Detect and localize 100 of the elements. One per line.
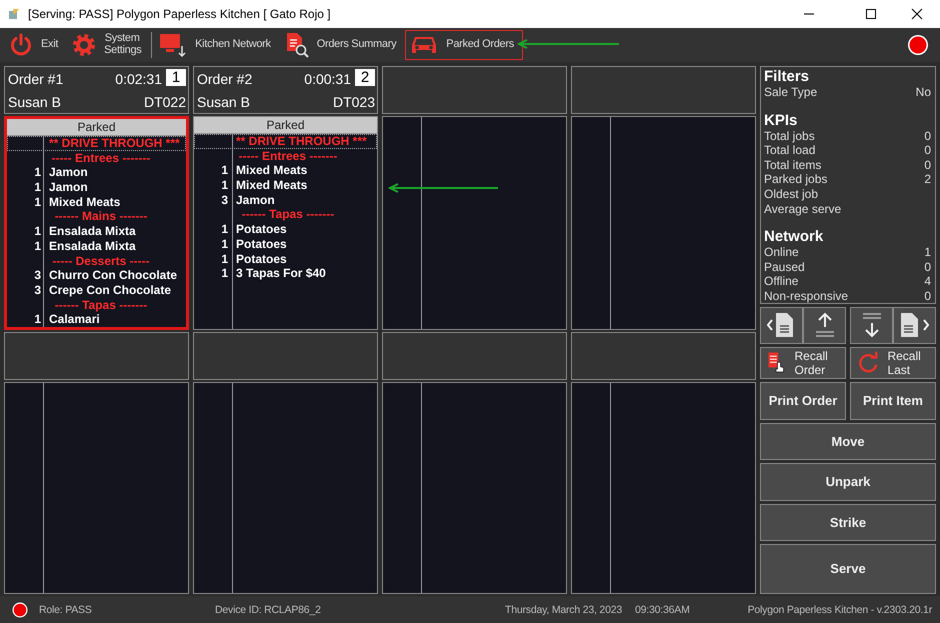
item-quantity: 3	[220, 192, 229, 208]
action-button[interactable]: Unpark	[760, 463, 936, 501]
action-button[interactable]: Move	[760, 422, 936, 460]
item-quantity: 1	[33, 224, 42, 239]
stat-value: 1	[924, 245, 931, 260]
item-quantity: 1	[220, 236, 229, 252]
stat-value: 0	[924, 143, 931, 158]
item-quantity: 3	[33, 282, 42, 298]
item-name: Ensalada Mixta	[48, 224, 136, 239]
stat-value: 2	[924, 172, 931, 187]
app-icon	[8, 8, 20, 20]
navigation-button[interactable]	[893, 306, 936, 344]
up-arrow-icon	[814, 311, 836, 340]
role-label: Role: PASS	[39, 604, 93, 616]
report-icon	[284, 32, 309, 58]
item-name: Jamon	[48, 165, 88, 180]
item-quantity: 1	[220, 266, 229, 281]
item-quantity: 1	[33, 165, 42, 180]
action-button[interactable]: Print Order	[760, 382, 846, 420]
toolbar-button[interactable]: Orders Summary	[280, 30, 406, 60]
stat-label: Total load	[764, 143, 816, 158]
stat-value: 0	[924, 158, 931, 172]
status-date: Thursday, March 23, 2023	[505, 604, 623, 616]
action-button[interactable]: Print Item	[850, 382, 936, 420]
order-status: Parked	[7, 119, 186, 136]
item-name: Potatoes	[235, 252, 287, 266]
section-heading: Filters	[764, 69, 810, 85]
order-ticket[interactable]	[4, 116, 189, 330]
course-heading: ------ Tapas -------	[54, 298, 148, 312]
server-name: Susan B	[197, 94, 251, 110]
stat-label: Oldest job	[764, 186, 818, 202]
toolbar-button[interactable]: Parked Orders	[405, 30, 523, 60]
order-ticket[interactable]: Parked ** DRIVE THROUGH *** ----- Entrees ------- 1 Mixed Meats 1 Mixed Meats 3 Jamon ------ Tapas ------- 1 Potatoes 1 Potatoes 1 Potatoes 1 3 Tapas For $40	[193, 116, 378, 330]
status-light	[907, 34, 929, 56]
item-quantity: 1	[33, 180, 42, 195]
stat-label: Total jobs	[764, 128, 815, 144]
car-icon	[410, 34, 438, 56]
item-quantity: 1	[220, 163, 229, 178]
drive-through-line[interactable]: ** DRIVE THROUGH ***	[7, 136, 186, 151]
order-header[interactable]: Order #1 0:02:31 1 Susan B DT022	[4, 66, 189, 114]
order-number-badge: 1	[166, 69, 186, 86]
toolbar-button[interactable]: Kitchen Network	[154, 30, 280, 60]
item-name: Calamari	[48, 312, 100, 327]
action-button[interactable]: Strike	[760, 504, 936, 541]
navigation-button[interactable]	[760, 306, 803, 344]
maximize-button[interactable]	[864, 7, 878, 21]
course-heading: ----- Entrees -------	[238, 148, 338, 164]
stat-value: 0	[924, 128, 931, 144]
action-button[interactable]: Recall Order	[760, 346, 846, 379]
stat-label: Sale Type	[764, 85, 818, 100]
course-heading: ------ Tapas -------	[240, 207, 336, 222]
order-header[interactable]: Order #2 0:00:31 2 Susan B DT023	[193, 66, 378, 114]
item-quantity: 3	[33, 268, 42, 283]
table-code: DT023	[332, 94, 375, 110]
item-quantity: 1	[33, 312, 42, 327]
item-quantity: 1	[33, 238, 42, 254]
course-heading: ------ Mains -------	[54, 209, 148, 224]
order-title: Order #1	[8, 70, 64, 86]
order-status: Parked	[194, 117, 377, 134]
item-name: Potatoes	[235, 236, 287, 252]
server-name: Susan B	[8, 94, 62, 110]
item-name: Potatoes	[235, 222, 287, 237]
order-timer: 0:02:31	[115, 70, 163, 86]
item-name: 3 Tapas For $40	[235, 266, 326, 281]
toolbar-button[interactable]: Exit	[4, 30, 68, 60]
item-name: Jamon	[235, 192, 275, 208]
item-name: Crepe Con Chocolate	[48, 282, 172, 298]
action-button[interactable]: Serve	[760, 544, 936, 594]
order-number-badge: 2	[355, 69, 375, 86]
window-title: [Serving: PASS] Polygon Paperless Kitchen [ Gato Rojo ]	[28, 7, 332, 21]
stat-label: Average serve	[764, 202, 842, 216]
navigation-button[interactable]	[850, 306, 893, 344]
monitor-icon	[159, 32, 188, 58]
device-id: Device ID: RCLAP86_2	[215, 604, 322, 616]
item-name: Ensalada Mixta	[48, 238, 136, 254]
toolbar-button[interactable]: System Settings	[67, 30, 150, 60]
stat-label: Online	[764, 245, 799, 260]
stat-value: 0	[924, 288, 931, 303]
item-name: Mixed Meats	[48, 194, 120, 210]
close-button[interactable]	[910, 7, 924, 21]
item-name: Mixed Meats	[235, 163, 308, 178]
stat-label: Parked jobs	[764, 172, 828, 187]
stat-label: Paused	[764, 260, 805, 274]
section-heading: Network	[764, 229, 824, 246]
down-arrow-icon	[860, 311, 882, 340]
stat-label: Offline	[764, 274, 798, 289]
stat-value: 0	[924, 260, 931, 274]
item-quantity: 1	[33, 194, 42, 210]
status-time: 09:30:36AM	[635, 604, 690, 616]
app-version: Polygon Paperless Kitchen - v.2303.20.1r	[748, 604, 932, 616]
stat-label: Non-responsive	[764, 288, 848, 303]
power-icon	[9, 33, 33, 57]
action-button[interactable]: Recall Last	[850, 346, 936, 379]
navigation-button[interactable]	[803, 306, 846, 344]
table-code: DT022	[142, 94, 186, 110]
drive-through-line[interactable]: ** DRIVE THROUGH ***	[194, 134, 377, 149]
item-quantity: 1	[220, 222, 229, 237]
order-title: Order #2	[197, 70, 254, 86]
item-name: Mixed Meats	[235, 178, 308, 193]
gear-icon	[72, 33, 96, 57]
